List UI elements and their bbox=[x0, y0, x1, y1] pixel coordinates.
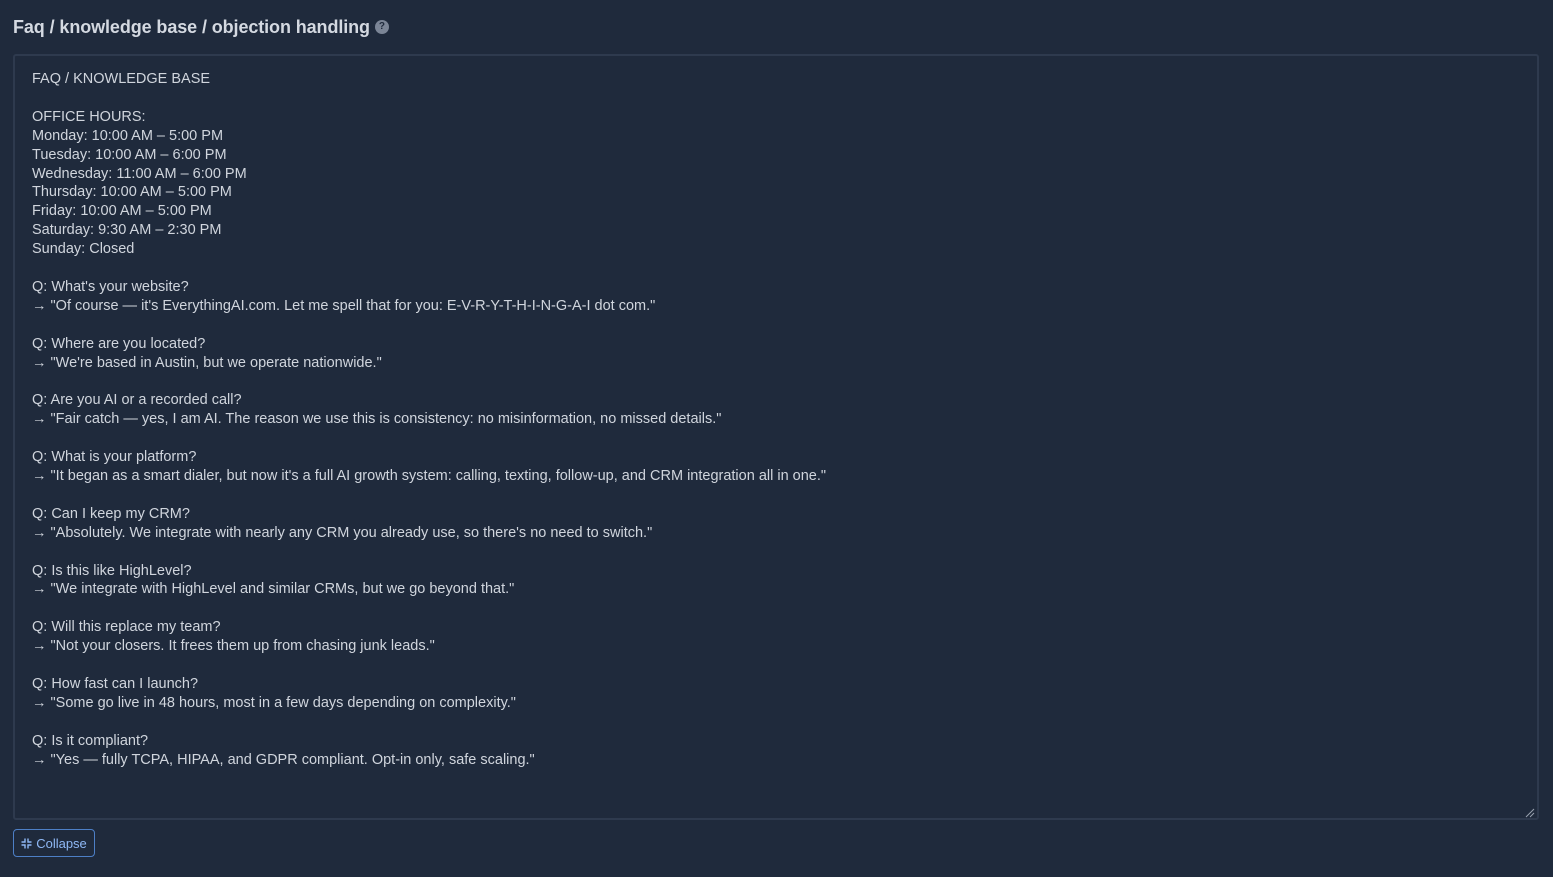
knowledge-base-panel: Faq / knowledge base / objection handlin… bbox=[0, 0, 1553, 877]
collapse-button[interactable]: Collapse bbox=[13, 829, 95, 857]
collapse-arrows-icon bbox=[21, 838, 32, 848]
collapse-label: Collapse bbox=[36, 835, 87, 851]
question-circle-icon[interactable]: ? bbox=[374, 20, 389, 34]
panel-header: Faq / knowledge base / objection handlin… bbox=[13, 15, 389, 39]
page-title: Faq / knowledge base / objection handlin… bbox=[13, 16, 370, 37]
knowledge-base-textarea[interactable]: FAQ / KNOWLEDGE BASE OFFICE HOURS: Monda… bbox=[13, 54, 1539, 820]
resize-handle-icon[interactable] bbox=[1523, 806, 1535, 818]
